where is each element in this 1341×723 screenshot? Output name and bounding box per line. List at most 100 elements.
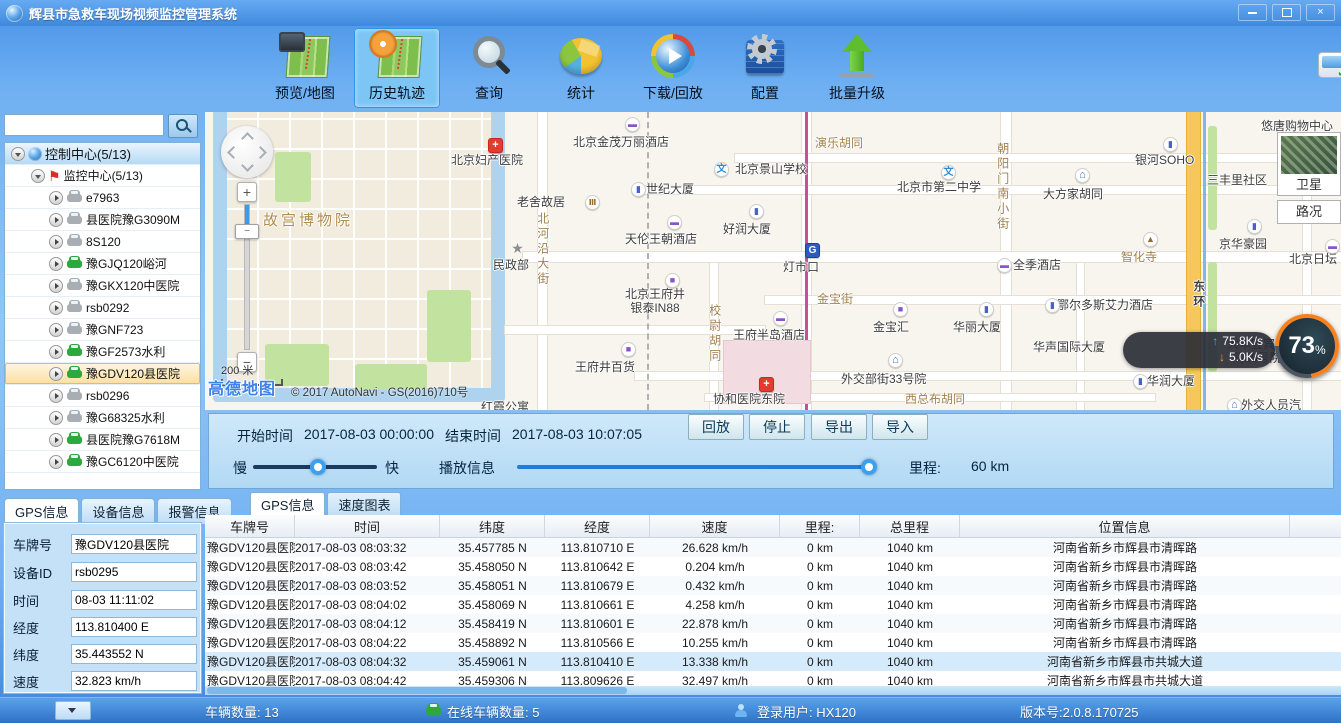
tree-vehicle-item[interactable]: e7963 (5, 187, 200, 209)
table-row[interactable]: 豫GDV120县医院 2017-08-03 08:03:42 35.458050… (205, 557, 1341, 576)
zoom-in-button[interactable]: + (237, 182, 257, 202)
column-header[interactable]: 经度 (545, 515, 650, 537)
expand-arrow-icon[interactable] (49, 389, 63, 403)
map-label: 故宫博物院 (263, 212, 353, 229)
column-header[interactable]: 纬度 (440, 515, 545, 537)
desktop-safety-overlay-icon[interactable] (1318, 52, 1341, 78)
column-header[interactable] (1290, 515, 1341, 537)
memory-percent-overlay[interactable]: 73 % (1275, 314, 1339, 378)
gps-field-input[interactable] (71, 644, 197, 664)
map-road (735, 154, 1341, 162)
export-button[interactable]: 导出 (811, 414, 867, 440)
scrollbar-thumb[interactable] (207, 687, 627, 694)
collapse-arrow-icon[interactable] (31, 169, 45, 183)
table-tab[interactable]: 速度图表 (327, 492, 401, 516)
expand-arrow-icon[interactable] (49, 433, 63, 447)
info-tab[interactable]: GPS信息 (4, 498, 79, 524)
table-row[interactable]: 豫GDV120县医院 2017-08-03 08:04:32 35.459061… (205, 652, 1341, 671)
expand-arrow-icon[interactable] (49, 455, 63, 469)
tree-vehicle-item[interactable]: 8S120 (5, 231, 200, 253)
toolbar-button-preview-map[interactable]: 预览/地图 (262, 28, 348, 108)
column-header[interactable]: 速度 (650, 515, 780, 537)
map-label: 世纪大厦 (646, 183, 694, 197)
expand-arrow-icon[interactable] (49, 411, 63, 425)
expand-arrow-icon[interactable] (49, 279, 63, 293)
horizontal-scrollbar[interactable] (205, 686, 1341, 695)
gps-field-row: 时间 (13, 590, 197, 610)
toolbar-button-query[interactable]: 查询 (446, 28, 532, 108)
minimize-button[interactable] (1238, 4, 1267, 21)
expand-arrow-icon[interactable] (49, 257, 63, 271)
table-tab[interactable]: GPS信息 (250, 492, 325, 516)
expand-arrow-icon[interactable] (49, 213, 63, 227)
satellite-layer-button[interactable]: 卫星 (1277, 132, 1341, 196)
table-row[interactable]: 豫GDV120县医院 2017-08-03 08:03:52 35.458051… (205, 576, 1341, 595)
expand-arrow-icon[interactable] (49, 301, 63, 315)
house-icon (1075, 168, 1090, 183)
tree-vehicle-item[interactable]: 豫GJQ120峪河 (5, 253, 200, 275)
expand-arrow-icon[interactable] (49, 235, 63, 249)
traffic-layer-button[interactable]: 路况 (1277, 200, 1341, 224)
gps-field-input[interactable] (71, 617, 197, 637)
column-header[interactable]: 位置信息 (960, 515, 1290, 537)
map-canvas[interactable]: 故宫博物院 悠唐购物中心北京金茂万丽酒店演乐胡同北京妇产医院北京景山学校北京市第… (205, 112, 1341, 410)
gps-field-row: 车牌号 (13, 534, 197, 554)
net-speed-overlay[interactable]: ↑ 75.8K/s ↓ 5.0K/s (1123, 332, 1275, 368)
gps-field-input[interactable] (71, 671, 197, 691)
tree-vehicle-item[interactable]: rsb0296 (5, 385, 200, 407)
toolbar-button-config[interactable]: 配置 (722, 28, 808, 108)
tree-vehicle-item[interactable]: rsb0292 (5, 297, 200, 319)
toolbar-button-statistics[interactable]: 统计 (538, 28, 624, 108)
collapse-arrow-icon[interactable] (11, 147, 25, 161)
house-icon (888, 353, 903, 368)
close-button[interactable]: × (1306, 4, 1335, 21)
tree-node-control-center[interactable]: 控制中心(5/13) (5, 143, 200, 165)
column-header[interactable]: 里程: (780, 515, 860, 537)
expand-arrow-icon[interactable] (49, 367, 63, 381)
map-pan-control[interactable] (221, 126, 273, 178)
tree-node-monitor-center[interactable]: ⚑ 监控中心(5/13) (5, 165, 200, 187)
column-header[interactable]: 总里程 (860, 515, 960, 537)
play-info-label: 播放信息 (439, 458, 495, 478)
tree-vehicle-item[interactable]: 豫GNF723 (5, 319, 200, 341)
tree-vehicle-item[interactable]: 豫GKX120中医院 (5, 275, 200, 297)
tree-vehicle-item[interactable]: 豫GF2573水利 (5, 341, 200, 363)
toolbar-button-download-playback[interactable]: 下载/回放 (630, 28, 716, 108)
table-row[interactable]: 豫GDV120县医院 2017-08-03 08:03:32 35.457785… (205, 538, 1341, 557)
import-button[interactable]: 导入 (872, 414, 928, 440)
tree-vehicle-item[interactable]: 县医院豫G3090M (5, 209, 200, 231)
tree-vehicle-item[interactable]: 豫G68325水利 (5, 407, 200, 429)
tree-vehicle-item[interactable]: 县医院豫G7618M (5, 429, 200, 451)
progress-slider-handle[interactable] (861, 459, 877, 475)
search-input[interactable] (4, 114, 164, 136)
toolbar-button-batch-upgrade[interactable]: 批量升级 (814, 28, 900, 108)
map-label: 天伦王朝酒店 (625, 233, 697, 247)
school-icon (714, 162, 729, 177)
table-row[interactable]: 豫GDV120县医院 2017-08-03 08:04:12 35.458419… (205, 614, 1341, 633)
gps-field-input[interactable] (71, 562, 197, 582)
tree-vehicle-item[interactable]: 豫GDV120县医院 (5, 363, 200, 385)
tree-vehicle-item[interactable]: 豫GC6120中医院 (5, 451, 200, 473)
table-row[interactable]: 豫GDV120县医院 2017-08-03 08:04:22 35.458892… (205, 633, 1341, 652)
zoom-slider-handle[interactable]: − (235, 224, 259, 239)
expand-arrow-icon[interactable] (49, 345, 63, 359)
info-tab[interactable]: 设备信息 (81, 498, 155, 524)
vehicle-icon (67, 282, 82, 290)
toolbar-button-history-track[interactable]: 历史轨迹 (354, 28, 440, 108)
gps-field-input[interactable] (71, 590, 197, 610)
map-label: 好润大厦 (723, 223, 771, 237)
expand-arrow-icon[interactable] (49, 191, 63, 205)
gps-field-input[interactable] (71, 534, 197, 554)
table-row[interactable]: 豫GDV120县医院 2017-08-03 08:04:42 35.459306… (205, 671, 1341, 686)
speed-slider-handle[interactable] (310, 459, 326, 475)
progress-slider-track[interactable] (517, 465, 871, 469)
maximize-button[interactable] (1272, 4, 1301, 21)
table-row[interactable]: 豫GDV120县医院 2017-08-03 08:04:02 35.458069… (205, 595, 1341, 614)
expand-arrow-icon[interactable] (49, 323, 63, 337)
playback-button[interactable]: 回放 (688, 414, 744, 440)
column-header[interactable]: 车牌号 (205, 515, 295, 537)
column-header[interactable]: 时间 (295, 515, 440, 537)
status-dropdown-button[interactable] (55, 701, 91, 720)
stop-button[interactable]: 停止 (749, 414, 805, 440)
search-button[interactable] (168, 114, 198, 138)
